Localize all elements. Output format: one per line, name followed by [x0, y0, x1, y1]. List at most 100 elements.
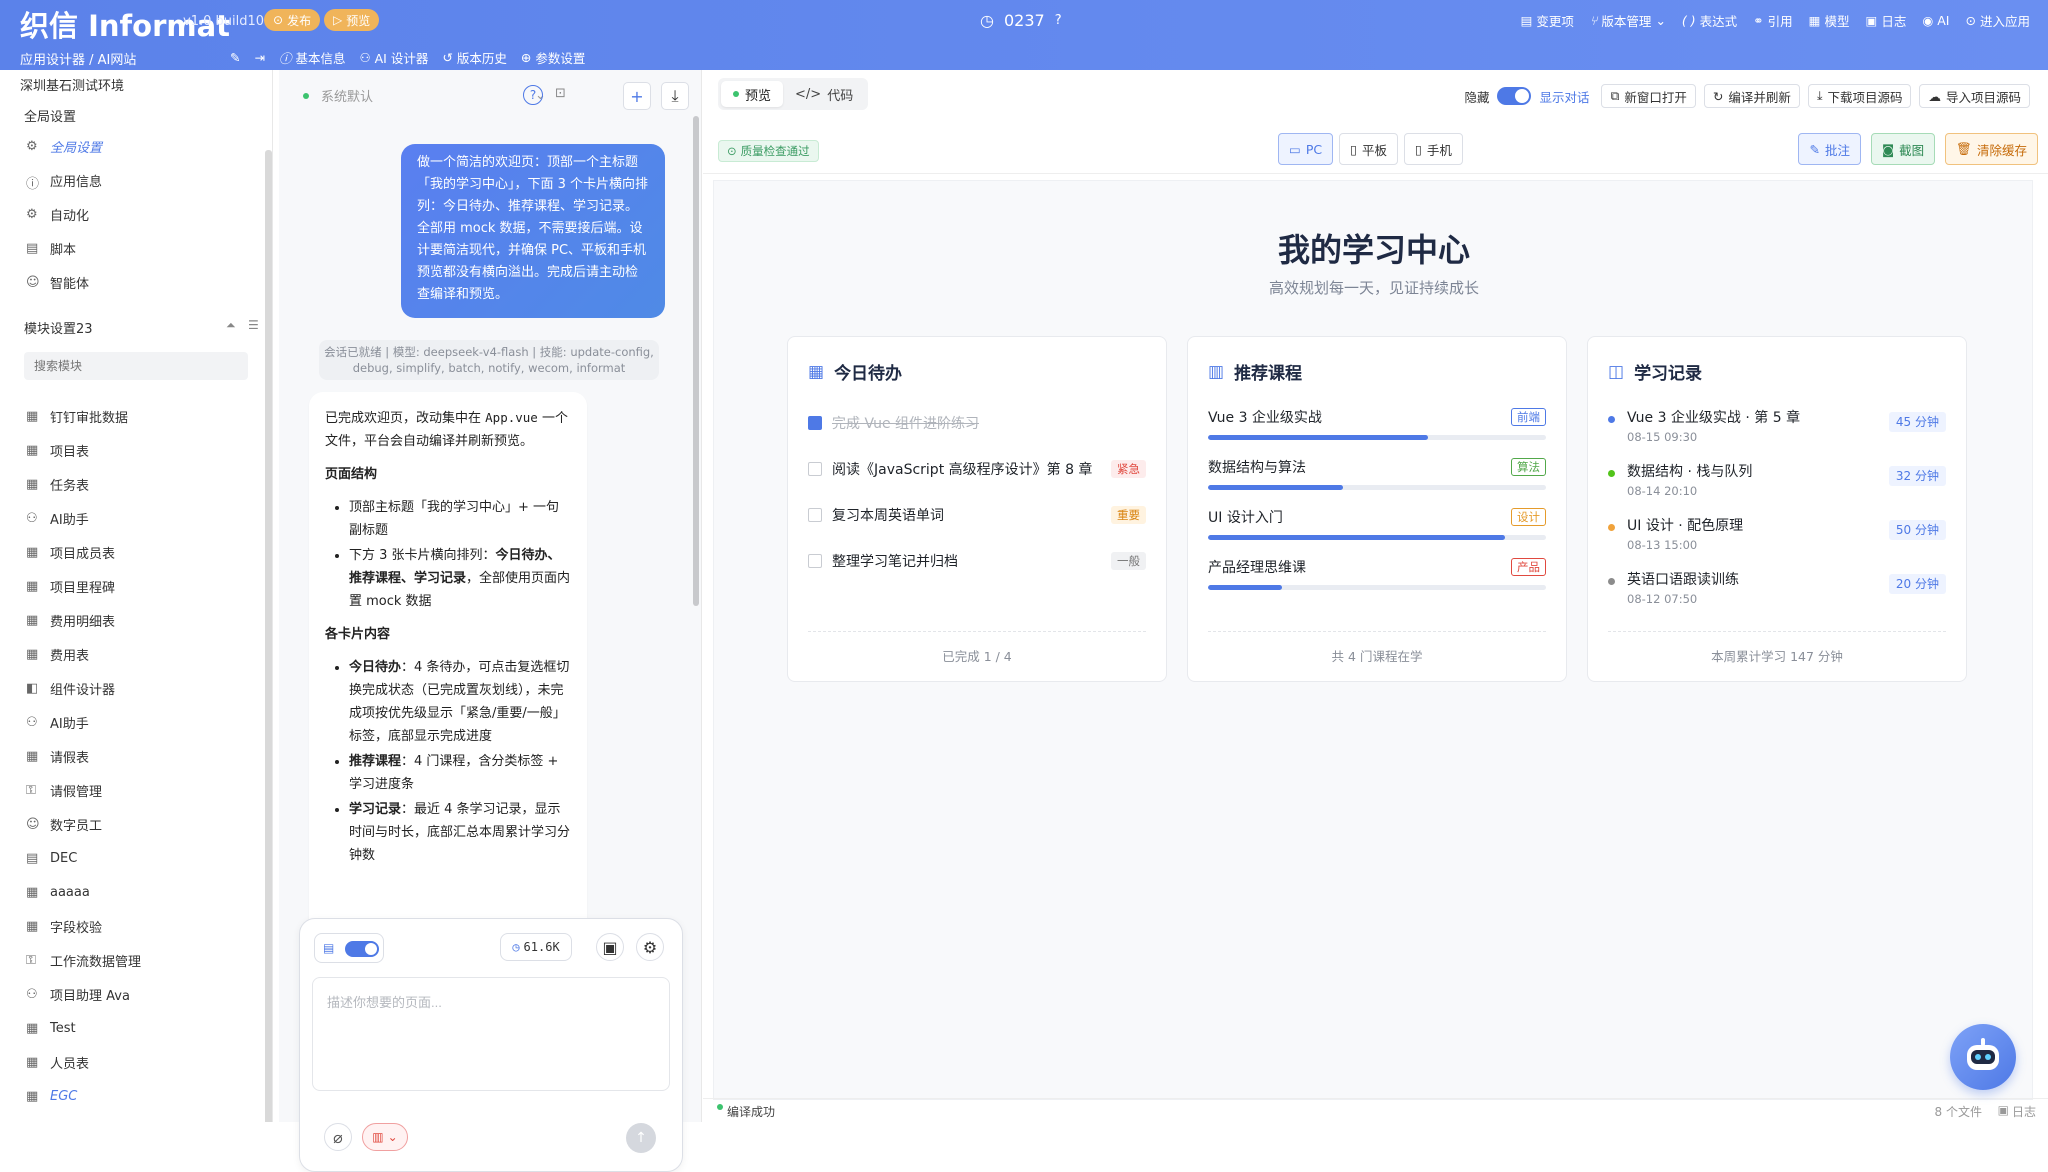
course-item[interactable]: UI 设计入门 设计	[1208, 507, 1546, 540]
record-duration: 50 分钟	[1888, 520, 1946, 540]
record-item[interactable]: 英语口语跟读训练 08-12 07:50 20 分钟	[1608, 569, 1946, 606]
mode-toggle[interactable]	[345, 941, 379, 957]
new-chat-button[interactable]: +	[623, 82, 651, 110]
course-item[interactable]: 数据结构与算法 算法	[1208, 457, 1546, 490]
todo-item[interactable]: 复习本周英语单词 重要	[808, 505, 1146, 525]
nav-changes[interactable]: ▤ 变更项	[1521, 11, 1574, 30]
nav-ai[interactable]: ◉ AI	[1922, 11, 1949, 30]
sidebar-item-module[interactable]: ▦ 任务表	[26, 474, 89, 494]
course-item[interactable]: 产品经理思维课 产品	[1208, 557, 1546, 590]
todo-item[interactable]: 整理学习笔记并归档 一般	[808, 551, 1146, 571]
page-subtitle: 高效规划每一天，见证持续成长	[1268, 279, 1479, 297]
sidebar-item-module[interactable]: ▦ 费用明细表	[26, 610, 115, 630]
play-icon: ▷	[333, 13, 343, 27]
device-phone[interactable]: ▯ 手机	[1404, 133, 1463, 165]
sidebar-item-module[interactable]: ▦ Test	[26, 1018, 76, 1038]
log-button[interactable]: ▣ 日志	[1998, 1103, 2036, 1120]
indent-icon[interactable]: ⇥	[254, 50, 264, 65]
collapse-icon[interactable]: ⏶	[226, 318, 236, 333]
todo-checkbox[interactable]	[808, 554, 822, 568]
preview-button[interactable]: ▷ 预览	[324, 9, 380, 31]
sidebar-item-module[interactable]: ◧ 组件设计器	[26, 678, 115, 698]
sidebar-item-module[interactable]: ▦ 人员表	[26, 1052, 89, 1072]
record-item[interactable]: Vue 3 企业级实战 · 第 5 章 08-15 09:30 45 分钟	[1608, 407, 1946, 444]
sidebar-item-module[interactable]: ⚿ 请假管理	[26, 780, 102, 800]
todo-item[interactable]: 阅读《JavaScript 高级程序设计》第 8 章 紧急	[808, 459, 1146, 479]
module-search-input[interactable]	[24, 352, 248, 380]
sidebar-item-script[interactable]: ▤ 脚本	[26, 238, 76, 258]
tab-ai-designer[interactable]: ⚇ AI 设计器	[360, 48, 429, 67]
nav-log[interactable]: ▣ 日志	[1866, 11, 1907, 30]
tab-version-history[interactable]: ↺ 版本历史	[442, 48, 507, 67]
chat-scrollbar[interactable]	[693, 116, 699, 606]
status-dot	[733, 91, 739, 97]
sidebar-item-module[interactable]: ▦ 项目里程碑	[26, 576, 115, 596]
download-button[interactable]: ⤓	[661, 82, 689, 110]
sidebar-item-module[interactable]: ▦ aaaaa	[26, 882, 90, 902]
sidebar-item-module[interactable]: ▤ DEC	[26, 848, 77, 868]
sidebar-item-automation[interactable]: ⚙ 自动化	[26, 204, 89, 224]
sidebar-scrollbar[interactable]	[265, 150, 272, 1122]
send-button[interactable]: ↑	[626, 1123, 656, 1153]
record-dot	[1608, 470, 1615, 477]
sidebar-item-module[interactable]: ▦ 项目成员表	[26, 542, 115, 562]
assistant-robot-button[interactable]	[1950, 1024, 2016, 1090]
show-chat-toggle[interactable]	[1497, 87, 1532, 105]
sidebar-item-module[interactable]: ▦ EGC	[26, 1086, 77, 1106]
model-select[interactable]: 系统默认 ⌄	[303, 86, 546, 105]
file-button[interactable]: ▣	[596, 933, 624, 961]
sidebar-item-module[interactable]: ☺ 数字员工	[26, 814, 102, 834]
nav-expression[interactable]: ( ) 表达式	[1682, 11, 1737, 30]
sidebar-item-module[interactable]: ⚇ AI助手	[26, 712, 89, 732]
tab-params[interactable]: ⊕ 参数设置	[521, 48, 586, 67]
sidebar-item-module[interactable]: ▦ 费用表	[26, 644, 89, 664]
sidebar-item-app-info[interactable]: ⓘ 应用信息	[26, 170, 102, 193]
record-time: 08-12 07:50	[1627, 592, 1698, 606]
settings-button[interactable]: ⚙	[636, 933, 664, 961]
todo-checkbox[interactable]	[808, 416, 822, 430]
sidebar-item-agent[interactable]: ☺ 智能体	[26, 272, 89, 292]
nav-version[interactable]: ⑂ 版本管理 ⌄	[1590, 11, 1666, 30]
download-source-button[interactable]: ⤓ 下载项目源码	[1807, 84, 1912, 108]
todo-item[interactable]: 完成 Vue 组件进阶练习	[808, 413, 1146, 433]
attach-button[interactable]: ⌀	[324, 1123, 352, 1151]
top-bar: 织信 Informat v1.0 build106 ⊙ 发布 ▷ 预览 ◷ 0237…	[0, 0, 2048, 70]
sidebar-item-module[interactable]: ⚿ 工作流数据管理	[26, 950, 141, 970]
edit-icon[interactable]: ✎	[230, 50, 240, 65]
open-new-window-button[interactable]: ⧉ 新窗口打开	[1601, 84, 1696, 108]
tab-basic-info[interactable]: ⓘ 基本信息	[279, 48, 346, 67]
compile-refresh-button[interactable]: ↻ 编译并刷新	[1703, 84, 1800, 108]
menu-icon[interactable]: ☰	[248, 318, 259, 332]
nav-model[interactable]: ▦ 模型	[1809, 11, 1850, 30]
sidebar-item-module[interactable]: ▦ 请假表	[26, 746, 89, 766]
nav-enter-app[interactable]: ⊙ 进入应用	[1966, 11, 2031, 30]
sidebar-item-module[interactable]: ⚇ 项目助理 Ava	[26, 984, 130, 1004]
sidebar-item-module[interactable]: ⚇ AI助手	[26, 508, 89, 528]
prompt-input[interactable]	[312, 977, 670, 1091]
publish-button[interactable]: ⊙ 发布	[264, 9, 321, 31]
lock-icon[interactable]: ⊡	[555, 86, 566, 101]
sidebar-item-global-settings[interactable]: ⚙ 全局设置	[26, 136, 102, 156]
tab-code[interactable]: </> 代码	[783, 81, 865, 107]
sidebar-item-module[interactable]: ▦ 钉钉审批数据	[26, 406, 128, 426]
table-icon: ▦	[26, 579, 39, 594]
help-icon[interactable]: ?	[1055, 13, 1062, 28]
component-select[interactable]: ▥ ⌄	[362, 1123, 408, 1151]
record-item[interactable]: 数据结构 · 栈与队列 08-14 20:10 32 分钟	[1608, 461, 1946, 498]
import-source-button[interactable]: ☁ 导入项目源码	[1919, 84, 2030, 108]
sidebar-item-module[interactable]: ▦ 项目表	[26, 440, 89, 460]
course-item[interactable]: Vue 3 企业级实战 前端	[1208, 407, 1546, 440]
todo-checkbox[interactable]	[808, 508, 822, 522]
help-icon[interactable]: ?	[523, 85, 543, 105]
table-icon: ▦	[26, 749, 39, 764]
sidebar-item-module[interactable]: ▦ 字段校验	[26, 916, 102, 936]
device-pc[interactable]: ▭ PC	[1278, 133, 1334, 165]
clear-cache-button[interactable]: 🗑 清除缓存	[1945, 133, 2038, 165]
annotate-button[interactable]: ✎ 批注	[1798, 133, 1861, 165]
device-tablet[interactable]: ▯ 平板	[1339, 133, 1398, 165]
nav-reference[interactable]: ⚭ 引用	[1753, 11, 1793, 30]
todo-checkbox[interactable]	[808, 462, 822, 476]
record-item[interactable]: UI 设计 · 配色原理 08-13 15:00 50 分钟	[1608, 515, 1946, 552]
screenshot-button[interactable]: ◙ 截图	[1870, 133, 1936, 165]
tab-preview[interactable]: 预览	[721, 81, 784, 107]
